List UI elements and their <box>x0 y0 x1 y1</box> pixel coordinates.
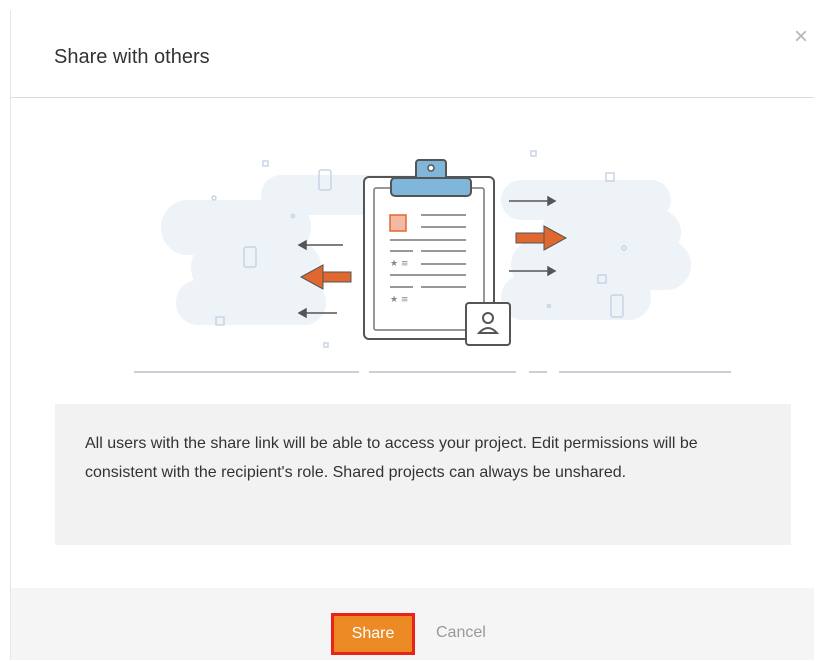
svg-text:★ ≡: ★ ≡ <box>390 295 408 305</box>
clipboard-clip <box>390 159 472 197</box>
svg-text:★ ≡: ★ ≡ <box>390 259 408 269</box>
dialog-title: Share with others <box>54 46 210 68</box>
dialog-footer: Share Cancel <box>11 588 814 660</box>
share-info-message: All users with the share link will be ab… <box>55 404 791 545</box>
clipboard-share-illustration: ★ ≡ ★ ≡ <box>134 150 731 373</box>
cancel-button[interactable]: Cancel <box>436 621 486 645</box>
share-info-text: All users with the share link will be ab… <box>85 435 698 481</box>
user-card-icon <box>465 302 511 346</box>
dialog-header: Share with others × <box>11 10 814 98</box>
share-dialog: Share with others × ★ ≡ ★ ≡ All users wi… <box>10 10 814 660</box>
share-button-label: Share <box>336 618 410 650</box>
close-icon[interactable]: × <box>788 24 814 50</box>
share-button[interactable]: Share <box>331 613 415 655</box>
